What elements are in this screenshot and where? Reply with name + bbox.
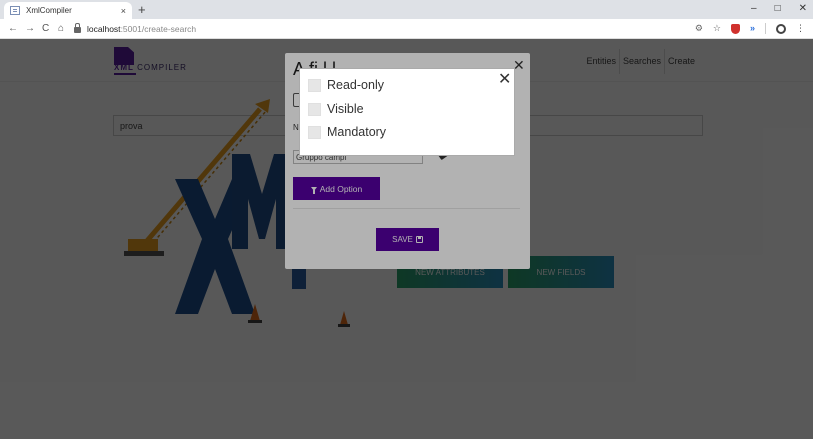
read-only-checkbox[interactable] [308,78,321,92]
option-visible[interactable]: Visible [308,102,364,116]
option-mandatory[interactable]: Mandatory [308,125,386,139]
options-close-icon[interactable]: ✕ [498,72,511,88]
favicon-icon [10,6,20,15]
visible-label: Visible [327,102,364,116]
new-tab-button[interactable]: + [138,1,146,18]
bookmark-star-icon[interactable]: ☆ [713,22,721,35]
read-only-label: Read-only [327,78,384,92]
browser-address-bar: ← → C ⌂ localhost :5001/create-search ⚙ … [0,19,813,39]
page: XML COMPILER Entities Searches Create [0,39,813,439]
option-read-only[interactable]: Read-only [308,78,384,92]
lock-icon [74,22,81,33]
forward-button[interactable]: → [25,22,35,35]
account-icon[interactable] [776,23,786,34]
visible-checkbox[interactable] [308,102,321,116]
home-button[interactable]: ⌂ [58,22,64,35]
mandatory-checkbox[interactable] [308,125,321,139]
translate-icon[interactable]: ⚙ [695,22,703,35]
shield-extension-icon[interactable] [730,23,740,34]
reload-button[interactable]: C [42,22,49,35]
options-dialog: ✕ Read-only Visible Mandatory [299,68,515,156]
tab-title: XmlCompiler [26,6,72,15]
toolbar-divider [765,23,766,34]
url-path: :5001/create-search [120,23,197,34]
extensions-area: ⚙ ☆ » ⋮ [695,22,805,35]
window-close-button[interactable]: ✕ [799,2,807,16]
back-button[interactable]: ← [8,22,18,35]
minimize-button[interactable]: – [751,2,757,16]
window-controls: – □ ✕ [751,2,807,16]
maximize-button[interactable]: □ [775,2,781,16]
browser-tab[interactable]: XmlCompiler × [4,2,132,19]
mandatory-label: Mandatory [327,125,387,139]
url-host: localhost [87,23,121,34]
url-field[interactable]: localhost :5001/create-search [74,21,694,36]
menu-more-icon[interactable]: ⋮ [796,22,805,35]
tab-close-icon[interactable]: × [121,6,126,16]
audio-extension-icon[interactable]: » [750,22,755,35]
browser-tabbar: XmlCompiler × + – □ ✕ [0,0,813,19]
